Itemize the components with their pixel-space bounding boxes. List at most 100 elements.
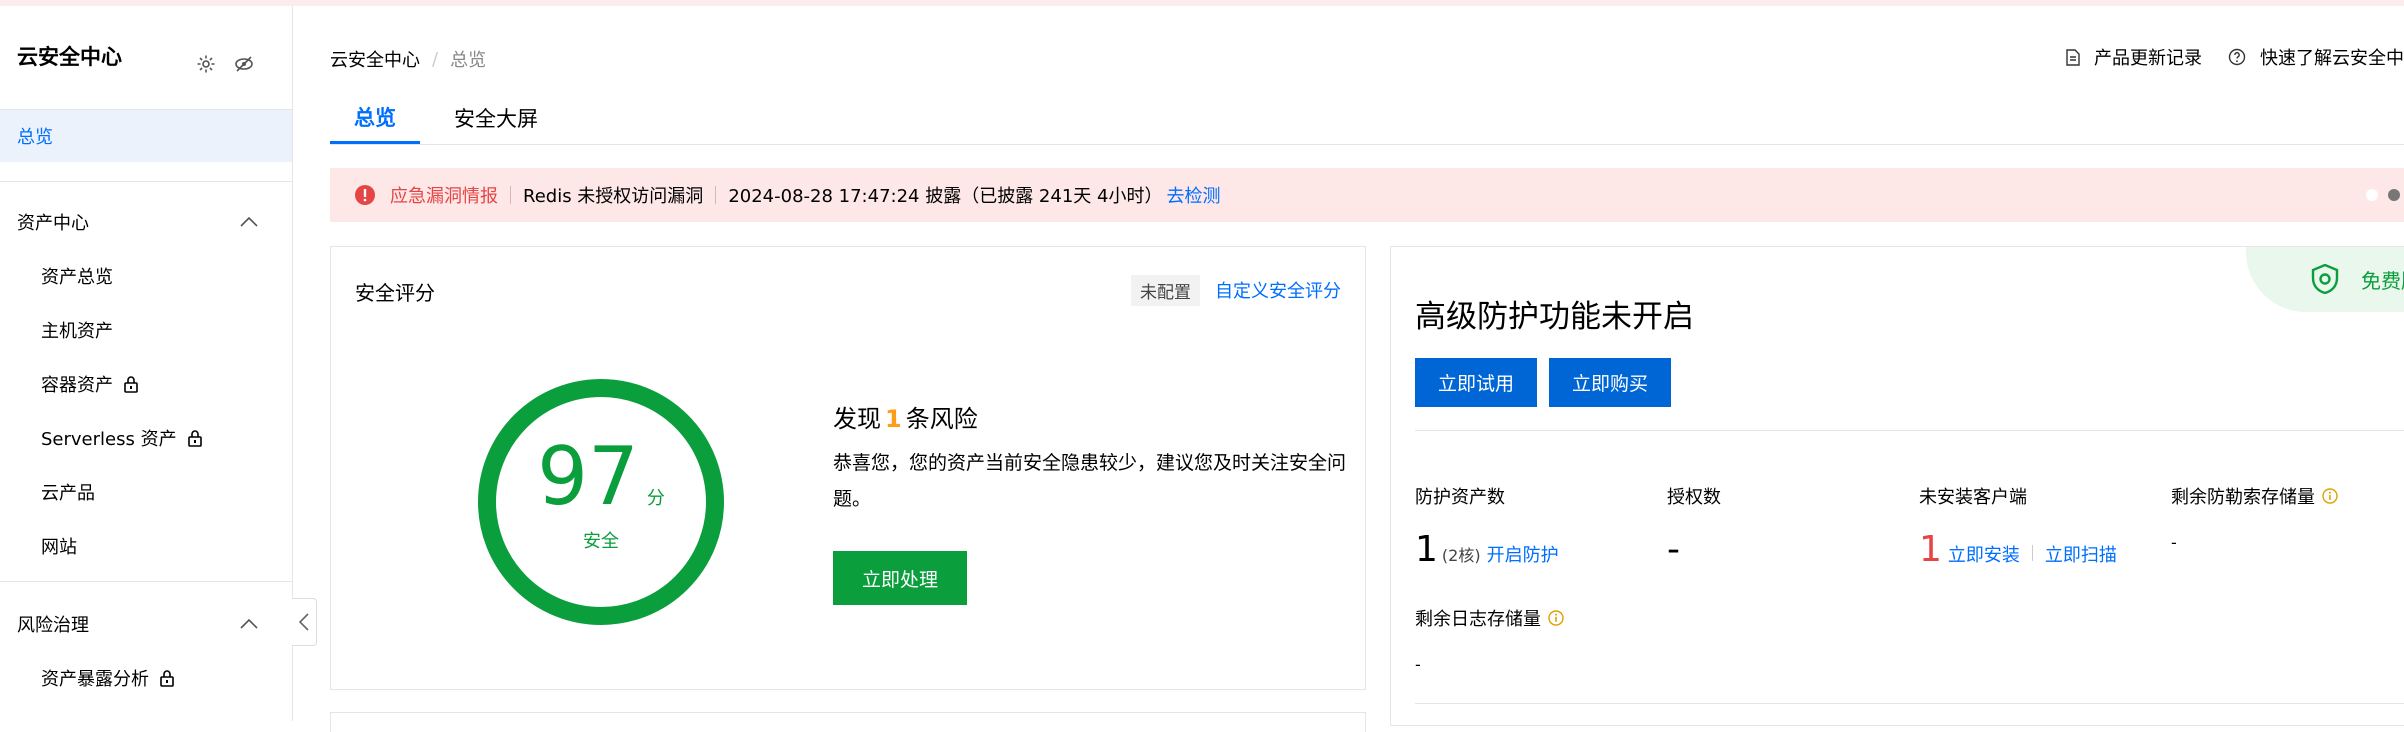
alert-separator <box>510 186 511 204</box>
shield-icon <box>2311 264 2351 294</box>
log-storage-value: - <box>1415 655 1421 674</box>
help-circle-icon <box>2228 48 2253 66</box>
uninstalled-clients-value: 1 立即安装 立即扫描 <box>1919 529 2117 570</box>
risk-description: 恭喜您，您的资产当前安全隐患较少，建议您及时关注安全问题。 <box>833 452 1347 510</box>
try-now-button[interactable]: 立即试用 <box>1415 358 1537 407</box>
carousel-dot-active[interactable] <box>2388 189 2400 201</box>
security-score-card: 安全评分 未配置 自定义安全评分 97 分 安全 发现 1 条风险 恭喜您，您的资产… <box>330 246 1366 690</box>
alert-icon <box>354 184 376 206</box>
changelog-label: 产品更新记录 <box>2094 48 2202 69</box>
tab-overview[interactable]: 总览 <box>330 92 420 144</box>
alert-vuln-name: Redis 未授权访问漏洞 <box>523 186 704 207</box>
risk-prefix: 发现 <box>833 405 881 433</box>
enable-protection-link[interactable]: 开启防护 <box>1487 541 1559 567</box>
info-icon[interactable] <box>2322 488 2338 504</box>
gear-icon[interactable] <box>192 50 220 78</box>
sidebar-item-label: 容器资产 <box>41 375 113 396</box>
risk-summary: 发现 1 条风险 <box>833 399 978 434</box>
edition-label: 免费版 <box>2361 268 2404 293</box>
sidebar-item-label: 云产品 <box>41 483 95 504</box>
sidebar-title: 云安全中心 <box>17 45 122 69</box>
protected-assets-value: 1 (2核) 开启防护 <box>1415 529 1559 570</box>
sidebar-item-label: Serverless 资产 <box>41 429 177 450</box>
tab-security-screen[interactable]: 安全大屏 <box>434 92 558 144</box>
protected-assets-count: 1 <box>1415 529 1438 570</box>
chevron-left-icon <box>299 613 309 631</box>
chevron-up-icon <box>240 619 258 629</box>
emergency-vuln-alert: 应急漏洞情报 Redis 未授权访问漏洞 2024-08-28 17:47:24… <box>330 168 2404 222</box>
log-storage-text: 剩余日志存储量 <box>1415 609 1541 630</box>
info-icon[interactable] <box>1548 610 1564 626</box>
uninstalled-clients-label: 未安装客户端 <box>1919 487 2027 508</box>
card-divider <box>1415 430 2404 431</box>
changelog-link[interactable]: 产品更新记录 <box>2066 44 2202 70</box>
custom-score-link[interactable]: 自定义安全评分 <box>1215 277 1341 303</box>
sidebar-divider <box>0 181 292 182</box>
header-links: 产品更新记录 快速了解云安全中 <box>2040 44 2404 70</box>
score-value: 97 <box>537 430 639 523</box>
breadcrumb-current: 总览 <box>450 50 487 71</box>
sidebar-item-serverless-assets[interactable]: Serverless 资产 <box>0 412 292 464</box>
sidebar-group-label: 资产中心 <box>17 213 89 234</box>
protected-assets-label: 防护资产数 <box>1415 487 1505 508</box>
quick-guide-link[interactable]: 快速了解云安全中 <box>2228 44 2404 70</box>
sidebar-item-label: 资产总览 <box>41 267 113 288</box>
eye-off-icon[interactable] <box>230 50 258 78</box>
sidebar-item-cloud-products[interactable]: 云产品 <box>0 466 292 518</box>
sidebar-group-label: 风险治理 <box>17 615 89 636</box>
sidebar-item-container-assets[interactable]: 容器资产 <box>0 358 292 410</box>
breadcrumb: 云安全中心 / 总览 <box>330 46 486 72</box>
status-badge: 未配置 <box>1131 275 1200 306</box>
chevron-up-icon <box>240 217 258 227</box>
advanced-protection-card: 免费版 高级防护功能未开启 立即试用 立即购买 防护资产数 1 (2核) 开启防… <box>1390 246 2404 726</box>
ransomware-storage-label: 剩余防勒索存储量 <box>2171 483 2338 509</box>
buy-now-button[interactable]: 立即购买 <box>1549 358 1671 407</box>
scan-now-link[interactable]: 立即扫描 <box>2045 541 2117 567</box>
risk-count: 1 <box>885 405 902 433</box>
protected-assets-cores: (2核) <box>1441 546 1481 565</box>
sidebar-group-risk-governance[interactable]: 风险治理 <box>0 598 292 650</box>
protection-title: 高级防护功能未开启 <box>1415 299 1694 335</box>
sidebar-collapse-button[interactable] <box>292 598 317 646</box>
alert-check-link[interactable]: 去检测 <box>1166 182 1220 208</box>
sidebar-item-exposure-analysis[interactable]: 资产暴露分析 <box>0 652 292 704</box>
risk-suffix: 条风险 <box>905 405 978 433</box>
sidebar-item-label: 主机资产 <box>41 321 113 342</box>
sidebar-item-label: 总览 <box>17 127 53 148</box>
sidebar-group-asset-center[interactable]: 资产中心 <box>0 196 292 248</box>
sidebar-item-websites[interactable]: 网站 <box>0 520 292 572</box>
license-count: - <box>1667 529 1680 570</box>
lock-icon <box>123 375 139 393</box>
log-storage-label: 剩余日志存储量 <box>1415 605 1564 631</box>
license-count-label: 授权数 <box>1667 487 1721 508</box>
alert-separator <box>715 186 717 204</box>
ransomware-storage-value: - <box>2171 533 2177 552</box>
lock-icon <box>187 429 203 447</box>
handle-now-button[interactable]: 立即处理 <box>833 551 967 605</box>
score-value-wrap: 97 分 <box>531 437 671 517</box>
next-card <box>330 712 1366 732</box>
quick-guide-label: 快速了解云安全中 <box>2260 48 2404 69</box>
score-card-title: 安全评分 <box>355 281 435 305</box>
alert-time: 2024-08-28 17:47:24 披露（已披露 241天 4小时） <box>728 186 1163 207</box>
uninstalled-clients-count: 1 <box>1919 529 1942 570</box>
sidebar-item-overview[interactable]: 总览 <box>0 110 292 162</box>
sidebar-item-host-assets[interactable]: 主机资产 <box>0 304 292 356</box>
install-now-link[interactable]: 立即安装 <box>1948 541 2020 567</box>
edition-badge: 免费版 <box>2246 247 2404 312</box>
carousel-dots <box>2356 189 2400 201</box>
score-unit: 分 <box>646 488 665 509</box>
score-level: 安全 <box>583 531 619 552</box>
tab-bar: 总览 安全大屏 <box>330 92 2404 145</box>
card-divider <box>1415 703 2404 704</box>
carousel-dot[interactable] <box>2366 189 2378 201</box>
sidebar-item-asset-overview[interactable]: 资产总览 <box>0 250 292 302</box>
breadcrumb-separator: / <box>432 48 439 70</box>
link-separator <box>2031 545 2033 561</box>
sidebar: 云安全中心 总览 资产中心 资产总览 主机资产 容器资产 Serverless … <box>0 6 293 721</box>
alert-tag: 应急漏洞情报 <box>390 186 498 207</box>
lock-icon <box>159 669 175 687</box>
breadcrumb-root[interactable]: 云安全中心 <box>330 46 420 72</box>
ransomware-storage-text: 剩余防勒索存储量 <box>2171 487 2315 508</box>
document-icon <box>2066 48 2087 66</box>
